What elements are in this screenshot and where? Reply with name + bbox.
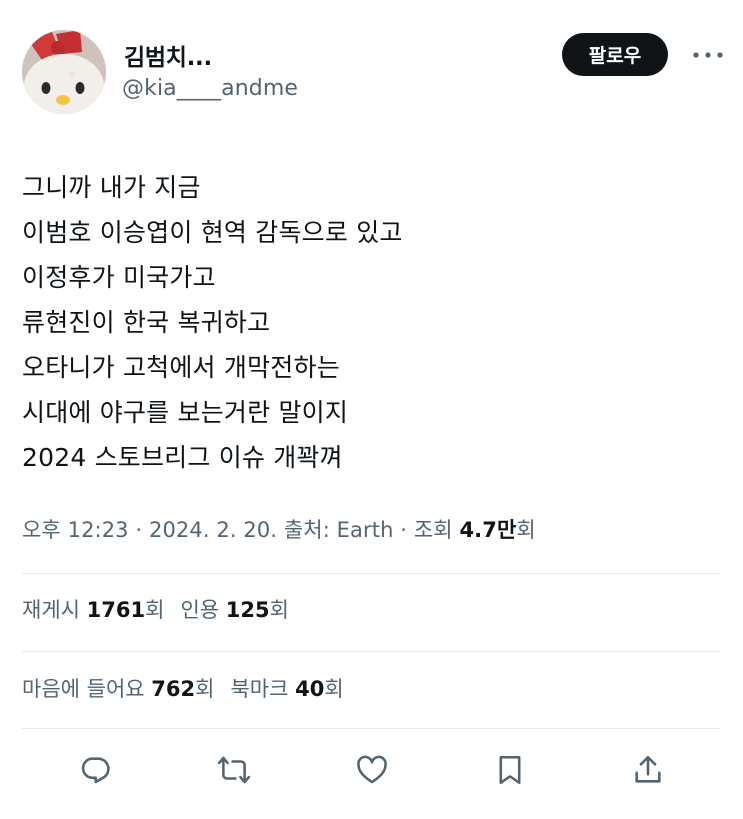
avatar-image — [22, 30, 106, 114]
display-name[interactable]: 김범치... — [124, 38, 212, 72]
bookmarks-count: 40 — [295, 677, 325, 701]
views-label: 조회 — [413, 518, 453, 542]
like-button[interactable] — [350, 745, 394, 795]
quotes-suffix: 회 — [269, 598, 289, 622]
retweets-count: 1761 — [86, 598, 146, 622]
stats-retweets-quotes: 재게시 1761회 인용 125회 — [22, 594, 289, 624]
more-button[interactable] — [688, 40, 728, 70]
divider — [22, 728, 721, 729]
bookmarks-suffix: 회 — [324, 677, 344, 701]
tweet-line: 시대에 야구를 보는거란 말이지 — [22, 398, 349, 427]
more-icon — [693, 52, 723, 58]
quotes-label: 인용 — [180, 598, 220, 622]
tweet-source: 출처: Earth — [283, 518, 394, 542]
divider — [22, 651, 721, 652]
reply-icon — [81, 757, 110, 784]
tweet-detail: 김범치... @kia____andme 팔로우 그니까 내가 지금 이범호 이… — [0, 0, 743, 819]
retweets-suffix: 회 — [145, 598, 165, 622]
bookmarks-stat[interactable]: 북마크 40회 — [230, 677, 343, 701]
retweets-stat[interactable]: 재게시 1761회 — [22, 598, 164, 622]
views-count: 4.7만 — [459, 518, 517, 542]
meta-separator: · — [400, 518, 408, 542]
tweet-line: 2024 스토브리그 이슈 개꽉껴 — [22, 443, 343, 472]
avatar[interactable] — [22, 30, 106, 114]
reply-button[interactable] — [73, 745, 117, 795]
quotes-stat[interactable]: 인용 125회 — [180, 598, 289, 622]
likes-suffix: 회 — [195, 677, 215, 701]
meta-separator: · — [135, 518, 143, 542]
follow-button[interactable]: 팔로우 — [562, 33, 668, 76]
tweet-line: 오타니가 고척에서 개막전하는 — [22, 353, 340, 382]
bookmarks-label: 북마크 — [230, 677, 289, 701]
divider — [22, 573, 721, 574]
bookmark-button[interactable] — [488, 745, 532, 795]
stats-likes-bookmarks: 마음에 들어요 762회 북마크 40회 — [22, 673, 344, 703]
tweet-line: 이정후가 미국가고 — [22, 263, 216, 292]
tweet-line: 이범호 이승엽이 현역 감독으로 있고 — [22, 218, 403, 247]
retweet-icon — [217, 756, 251, 784]
quotes-count: 125 — [225, 598, 270, 622]
tweet-date[interactable]: 2024. 2. 20. — [149, 518, 277, 542]
tweet-line: 류현진이 한국 복귀하고 — [22, 308, 271, 337]
action-bar — [0, 745, 743, 795]
views-suffix: 회 — [516, 518, 536, 542]
bookmark-icon — [499, 755, 521, 785]
likes-label: 마음에 들어요 — [22, 677, 145, 701]
share-icon — [635, 755, 661, 783]
likes-stat[interactable]: 마음에 들어요 762회 — [22, 677, 214, 701]
share-button[interactable] — [626, 745, 670, 795]
tweet-time[interactable]: 오후 12:23 — [22, 518, 129, 542]
likes-count: 762 — [151, 677, 196, 701]
tweet-meta: 오후 12:23 · 2024. 2. 20. 출처: Earth · 조회 4… — [22, 514, 536, 544]
retweets-label: 재게시 — [22, 598, 80, 622]
tweet-line: 그니까 내가 지금 — [22, 173, 201, 202]
retweet-button[interactable] — [212, 745, 256, 795]
tweet-text: 그니까 내가 지금 이범호 이승엽이 현역 감독으로 있고 이정후가 미국가고 … — [22, 165, 712, 480]
heart-icon — [357, 755, 387, 784]
user-handle[interactable]: @kia____andme — [122, 76, 298, 101]
